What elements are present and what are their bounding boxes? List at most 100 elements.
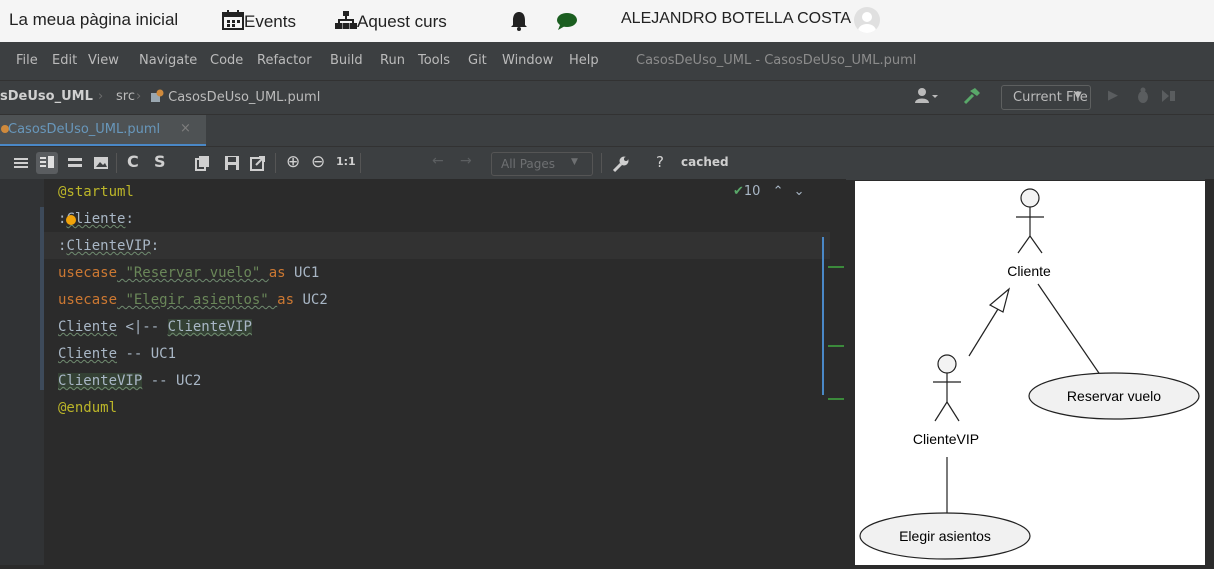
editor-only-icon[interactable] <box>13 155 29 175</box>
coverage-icon[interactable] <box>1160 87 1176 109</box>
code-line: usecase "Reservar vuelo" as UC1 <box>58 265 320 281</box>
events-label: Events <box>244 12 296 31</box>
menu-edit[interactable]: Edit <box>52 53 77 68</box>
zoom-reset-button[interactable]: 1:1 <box>336 155 356 168</box>
menu-tools[interactable]: Tools <box>418 53 450 68</box>
uml-diagram: Cliente ClienteVIP Reservar vuelo Elegir… <box>859 188 1200 560</box>
code-line: @startuml <box>58 184 134 200</box>
breadcrumb-folder[interactable]: src <box>116 89 135 104</box>
course-link[interactable]: Aquest curs <box>335 10 447 32</box>
refresh-icon[interactable]: C <box>127 152 139 171</box>
reload-icon[interactable]: S <box>154 152 166 171</box>
menu-run[interactable]: Run <box>380 53 405 68</box>
intention-bulb-icon[interactable] <box>66 215 76 225</box>
settings-wrench-icon[interactable] <box>612 155 630 177</box>
code-line: ClienteVIP -- UC2 <box>58 373 202 389</box>
editor-tab-bar: CasosDeUso_UML.puml × <box>0 114 1214 147</box>
status-label: cached <box>681 155 729 169</box>
menu-code[interactable]: Code <box>210 53 243 68</box>
line-gutter <box>0 179 44 565</box>
sitemap-icon <box>335 11 357 29</box>
arrow-right-icon[interactable]: → <box>460 153 472 169</box>
zoom-out-icon[interactable]: ⊖ <box>311 152 325 172</box>
menu-help[interactable]: Help <box>569 53 599 68</box>
breadcrumb-separator-icon: › <box>136 89 142 104</box>
actor-clientevip-figure <box>933 354 961 422</box>
usecase-uc1-label: Reservar vuelo <box>1067 388 1161 404</box>
current-line-highlight <box>44 232 830 259</box>
breadcrumb-file-label: CasosDeUso_UML.puml <box>168 90 321 105</box>
run-config-select[interactable]: Current File ▼ <box>1001 85 1091 110</box>
build-hammer-icon[interactable] <box>962 87 982 109</box>
menu-refactor[interactable]: Refactor <box>257 53 312 68</box>
events-link[interactable]: Events <box>222 10 296 32</box>
change-marker <box>828 266 844 268</box>
zoom-in-icon[interactable]: ⊕ <box>286 152 300 172</box>
save-icon[interactable] <box>224 155 240 175</box>
code-line: usecase "Elegir asientos" as UC2 <box>58 292 328 308</box>
copy-icon[interactable] <box>195 155 211 175</box>
menu-navigate[interactable]: Navigate <box>139 53 197 68</box>
check-icon: ✔ <box>733 184 744 199</box>
association-line <box>1037 283 1104 380</box>
actor-cliente-figure <box>1016 188 1044 254</box>
diagram-preview[interactable]: Cliente ClienteVIP Reservar vuelo Elegir… <box>855 181 1205 565</box>
menu-view[interactable]: View <box>88 53 119 68</box>
browser-top-bar: La meua pàgina inicial Events Aquest cur… <box>0 0 1214 42</box>
code-line: @enduml <box>58 400 118 416</box>
split-view-icon[interactable] <box>36 152 58 174</box>
actor-cliente-label: Cliente <box>1007 263 1051 279</box>
arrow-left-icon[interactable]: ← <box>432 153 444 169</box>
tab-label: CasosDeUso_UML.puml <box>8 122 161 137</box>
close-tab-icon[interactable]: × <box>180 121 191 136</box>
inspection-widget[interactable]: ✔10 ⌃ ⌄ <box>733 184 805 199</box>
run-icon[interactable]: ▶ <box>1108 88 1118 103</box>
scrollbar-track[interactable] <box>1205 179 1214 565</box>
toolbar-divider <box>601 153 602 173</box>
breadcrumb-file[interactable]: CasosDeUso_UML.puml <box>150 89 320 105</box>
menu-git[interactable]: Git <box>468 53 487 68</box>
user-config-icon[interactable] <box>914 87 940 109</box>
generalization-arrow <box>968 287 1011 357</box>
scroll-indicator <box>822 237 824 395</box>
plantuml-toolbar: C S ⊕ ⊖ 1:1 ← → All Pages ▼ ? cached <box>0 146 1214 180</box>
user-name[interactable]: ALEJANDRO BOTELLA COSTA <box>621 10 851 28</box>
chevron-down-icon[interactable]: ⌄ <box>794 184 805 199</box>
code-line: Cliente -- UC1 <box>58 346 177 362</box>
usecase-uc2-label: Elegir asientos <box>899 528 991 544</box>
course-label: Aquest curs <box>357 12 447 31</box>
calendar-icon <box>222 10 244 30</box>
menu-file[interactable]: File <box>16 53 38 68</box>
tab-casosdeuso-puml[interactable]: CasosDeUso_UML.puml × <box>0 115 206 147</box>
notifications-icon[interactable] <box>510 11 528 33</box>
window-title: CasosDeUso_UML - CasosDeUso_UML.puml <box>636 53 917 68</box>
open-external-icon[interactable] <box>250 155 266 175</box>
messages-icon[interactable] <box>556 11 578 33</box>
preview-horizontal-icon[interactable] <box>67 155 83 175</box>
actor-clientevip-label: ClienteVIP <box>913 431 979 447</box>
breadcrumb-project[interactable]: sDeUso_UML <box>0 89 93 104</box>
menu-window[interactable]: Window <box>502 53 553 68</box>
code-line: :ClienteVIP: <box>58 238 160 254</box>
puml-file-icon <box>151 89 164 102</box>
chevron-down-icon: ▼ <box>571 157 578 167</box>
home-link[interactable]: La meua pàgina inicial <box>9 10 178 30</box>
change-marker <box>828 398 844 400</box>
debug-bug-icon[interactable] <box>1135 87 1151 109</box>
navigation-bar: sDeUso_UML › src › CasosDeUso_UML.puml C… <box>0 80 1214 114</box>
avatar[interactable] <box>854 7 880 33</box>
toolbar-divider <box>275 153 276 173</box>
menu-bar: File Edit View Navigate Code Refactor Bu… <box>0 42 1214 80</box>
change-marker <box>828 345 844 347</box>
code-line: Cliente <|-- ClienteVIP <box>58 319 252 335</box>
breadcrumb-separator-icon: › <box>98 89 104 104</box>
pages-select-label: All Pages <box>501 157 555 171</box>
inspection-count: 10 <box>743 184 761 199</box>
pages-select[interactable]: All Pages ▼ <box>491 152 593 176</box>
chevron-up-icon[interactable]: ⌃ <box>773 184 784 199</box>
chevron-down-icon: ▼ <box>1074 90 1082 101</box>
code-editor[interactable]: @startuml :Cliente: :ClienteVIP: usecase… <box>0 179 846 565</box>
preview-only-icon[interactable] <box>93 155 109 175</box>
help-button[interactable]: ? <box>656 153 664 171</box>
menu-build[interactable]: Build <box>330 53 363 68</box>
